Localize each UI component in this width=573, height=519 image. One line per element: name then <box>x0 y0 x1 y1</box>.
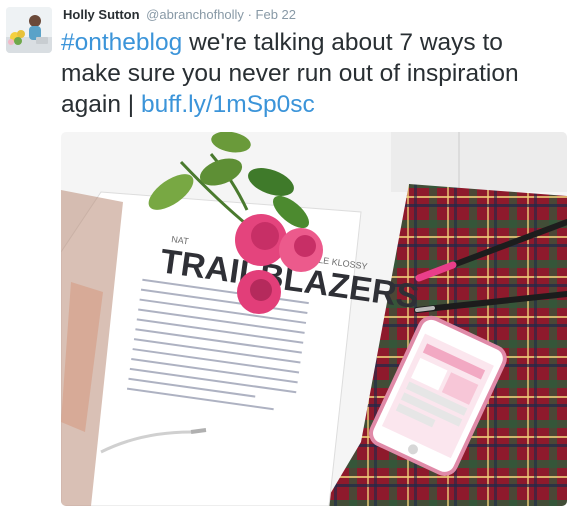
avatar[interactable] <box>6 7 52 53</box>
url-link[interactable]: buff.ly/1mSp0sc <box>141 91 315 118</box>
tweet-photo[interactable]: TRAILBLAZERS NAT LLE KLOSSY <box>61 132 567 506</box>
author-handle[interactable]: @abranchofholly <box>146 7 244 22</box>
header-separator: · <box>247 7 252 22</box>
tweet-text: #ontheblog we're talking about 7 ways to… <box>61 27 566 120</box>
tweet-header: Holly Sutton @abranchofholly · Feb 22 <box>63 7 296 23</box>
author-name[interactable]: Holly Sutton <box>63 7 140 22</box>
tweet[interactable]: Holly Sutton @abranchofholly · Feb 22 #o… <box>0 0 573 519</box>
tweet-date[interactable]: Feb 22 <box>256 7 296 22</box>
hashtag-link[interactable]: #ontheblog <box>61 29 182 56</box>
